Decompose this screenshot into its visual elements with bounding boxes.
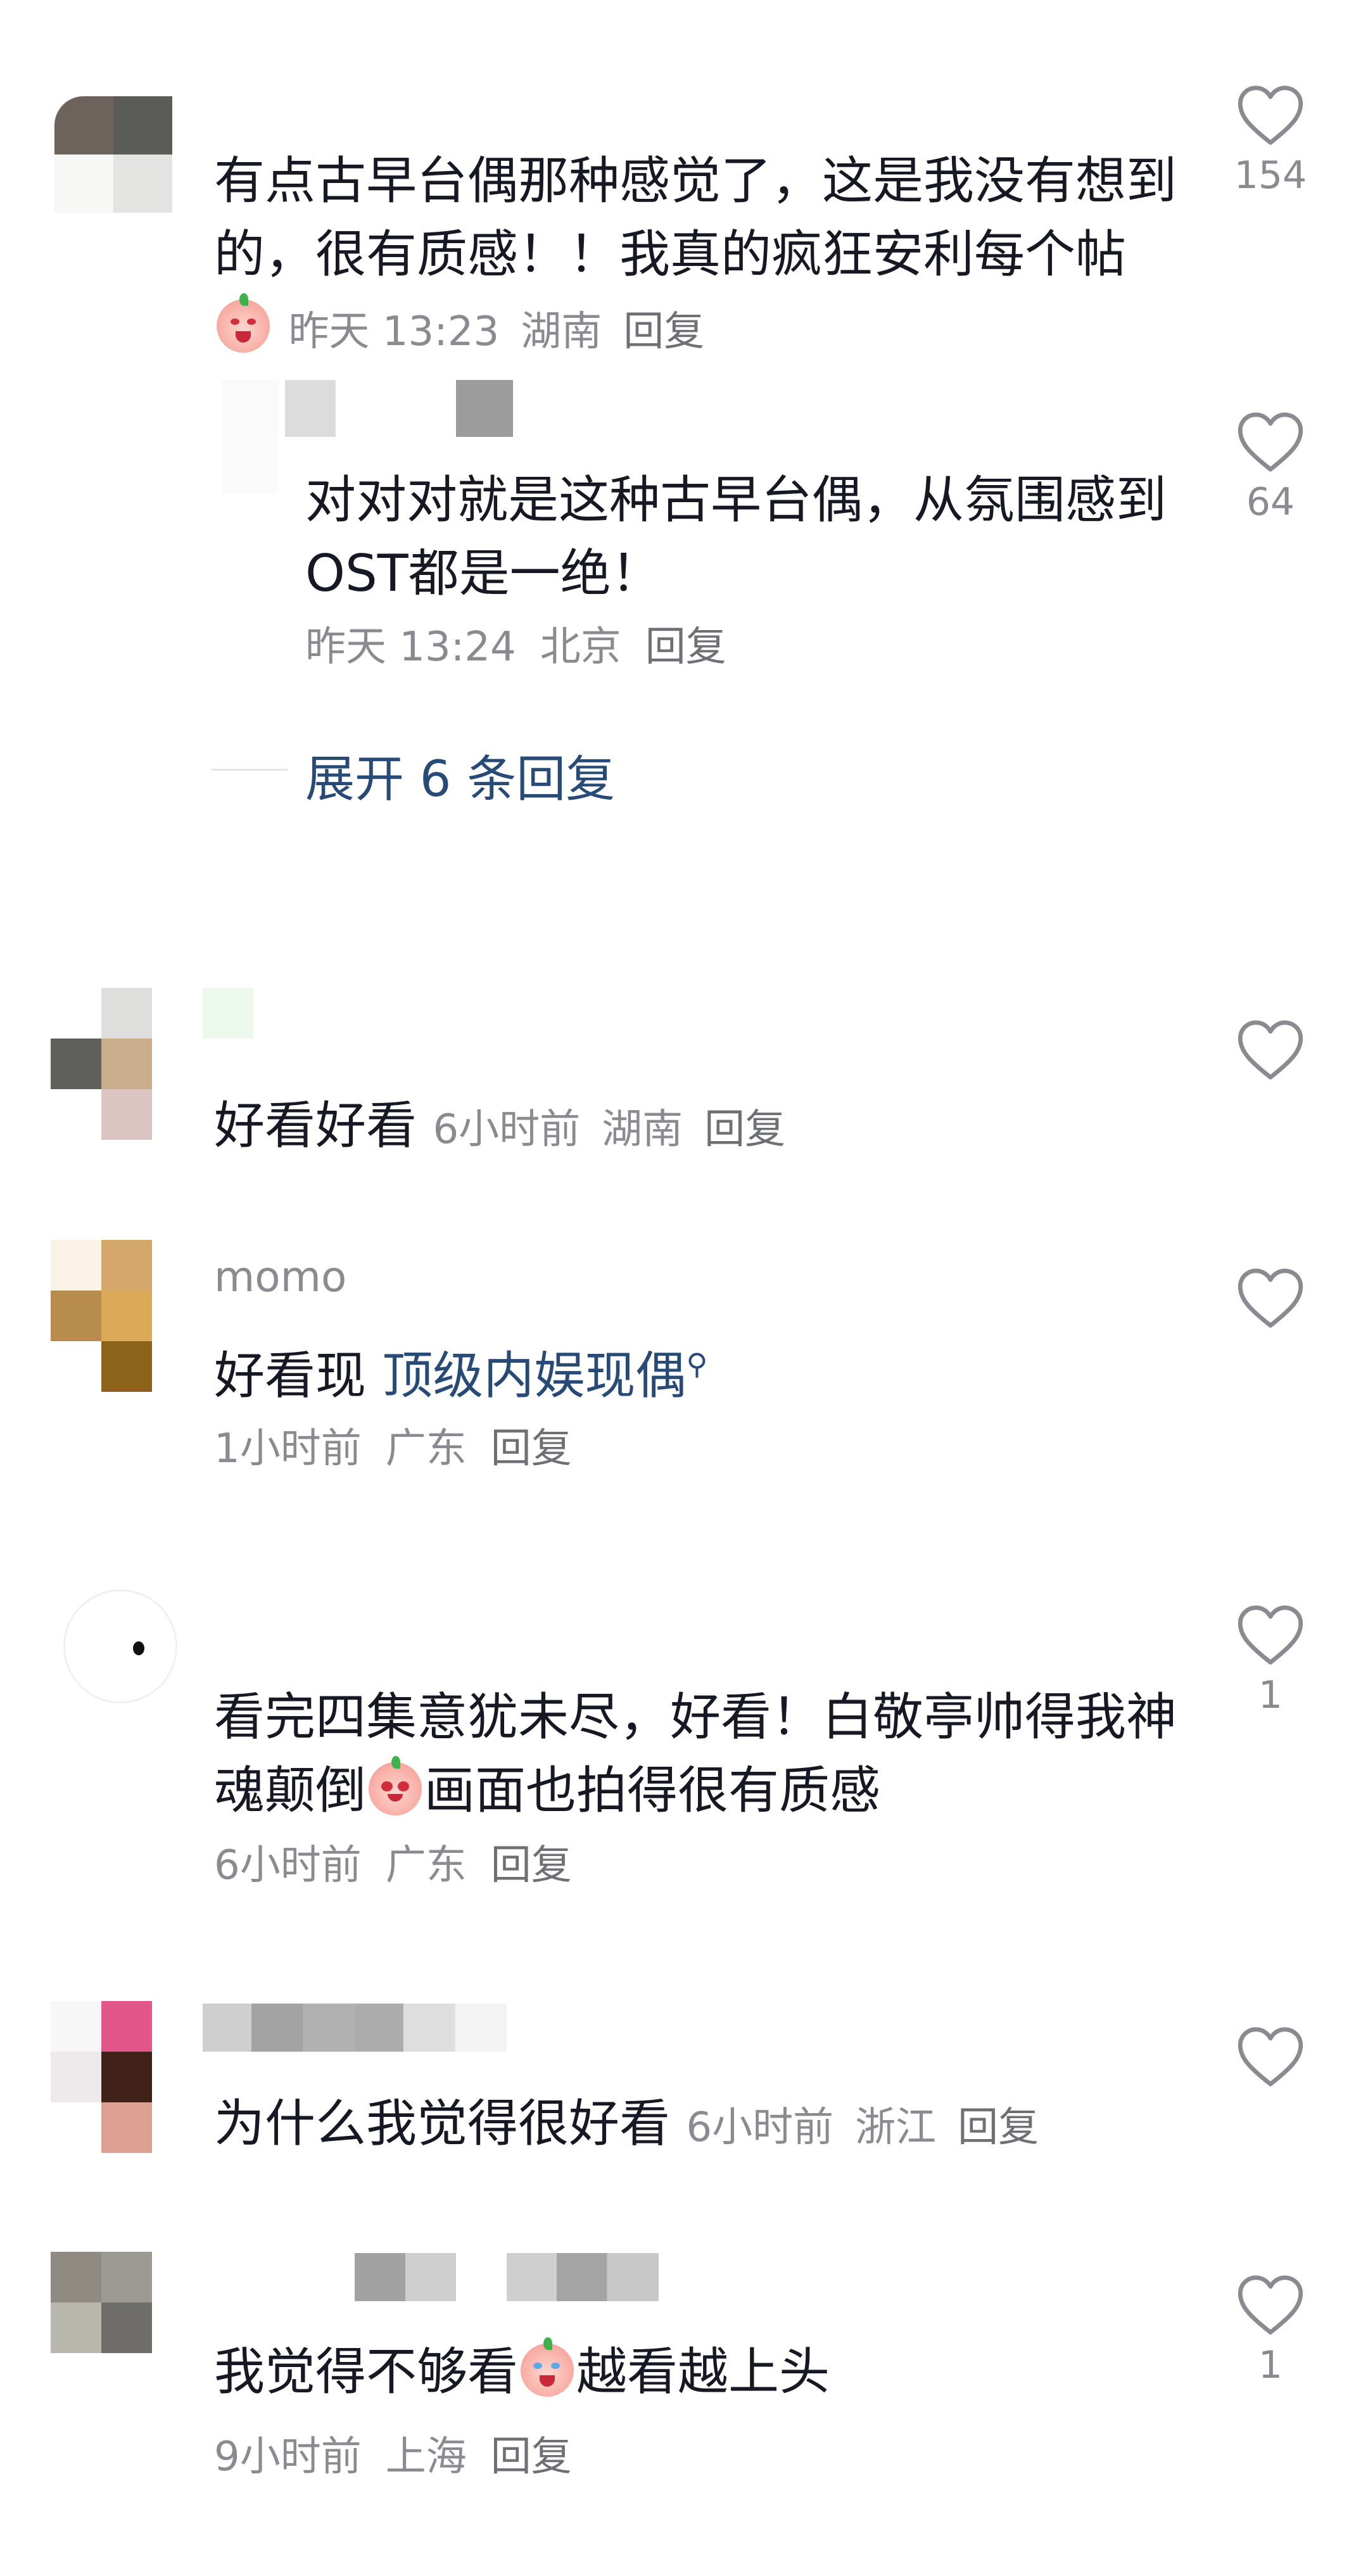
reply-button[interactable]: 回复	[704, 1106, 785, 1153]
comment-body: 为什么我觉得很好看	[214, 2094, 670, 2153]
comment-location: 湖南	[602, 1106, 683, 1153]
username-blurred	[203, 988, 253, 1039]
like-button[interactable]: 64	[1232, 410, 1308, 524]
comment-location: 浙江	[855, 2104, 937, 2151]
comment-location: 上海	[385, 2434, 467, 2480]
like-button[interactable]: 154	[1232, 84, 1308, 198]
comment-body-part2: 画面也拍得很有质感	[424, 1761, 880, 1820]
like-count: 1	[1258, 2343, 1283, 2387]
comment-text: 为什么我觉得很好看 6小时前 浙江 回复	[214, 2087, 1177, 2164]
reply-button[interactable]: 回复	[491, 2434, 572, 2480]
comment-meta: 6小时前 浙江 回复	[686, 2104, 1039, 2151]
like-button[interactable]: 1	[1232, 1603, 1308, 1717]
comment-time: 6小时前	[433, 1106, 581, 1153]
comment-text: 我觉得不够看 越看越上头	[214, 2335, 1177, 2409]
comment-body: 对对对就是这种古早台偶，从氛围感到OST都是一绝！	[305, 470, 1167, 603]
username[interactable]: momo	[214, 1253, 346, 1301]
comment-body-part2: 越看越上头	[576, 2342, 830, 2401]
comment-location: 北京	[540, 624, 621, 671]
comment-text: 好看好看 6小时前 湖南 回复	[214, 1089, 1177, 1166]
like-count: 154	[1234, 153, 1307, 198]
username-blurred	[355, 2253, 456, 2301]
comment-text: 好看现 顶级内娱现偶⚲	[214, 1327, 1177, 1413]
like-button[interactable]	[1232, 2025, 1308, 2088]
angry-peach-emoji	[217, 293, 270, 353]
comment-body-part1: 我觉得不够看	[214, 2342, 518, 2401]
comment-time: 昨天 13:23	[288, 308, 500, 355]
avatar[interactable]	[63, 1589, 177, 1703]
heart-eyes-peach-emoji	[369, 1756, 422, 1815]
comment-body: 好看好看	[214, 1096, 417, 1155]
reply-button[interactable]: 回复	[491, 1842, 572, 1889]
heart-icon	[1238, 2027, 1303, 2087]
comment-meta: 1小时前 广东 回复	[214, 1424, 572, 1474]
reply-button[interactable]: 回复	[645, 624, 726, 671]
heart-icon	[1238, 412, 1303, 472]
comment-location: 湖南	[521, 308, 602, 355]
comment-meta: 6小时前 广东 回复	[214, 1840, 572, 1891]
like-count: 1	[1258, 1673, 1283, 1717]
heart-icon	[1238, 1268, 1303, 1328]
avatar[interactable]	[51, 1240, 177, 1392]
comment-meta: 9小时前 上海 回复	[214, 2432, 572, 2482]
comment-body: 有点古早台偶那种感觉了，这是我没有想到的，很有质感！！我真的疯狂安利每个帖	[214, 151, 1177, 284]
search-topic-link[interactable]: 顶级内娱现偶	[382, 1346, 686, 1405]
username-blurred	[456, 380, 513, 437]
username-blurred	[203, 2004, 507, 2052]
reply-button[interactable]: 回复	[623, 308, 704, 355]
like-count: 64	[1246, 480, 1295, 524]
comment-location: 广东	[385, 1842, 467, 1889]
like-button[interactable]	[1232, 1018, 1308, 1082]
comment-time: 6小时前	[686, 2104, 834, 2151]
comment-location: 广东	[385, 1425, 467, 1472]
crying-peach-emoji	[521, 2337, 574, 2397]
like-button[interactable]	[1232, 1266, 1308, 1330]
heart-icon	[1238, 2275, 1303, 2335]
comment-meta: 昨天 13:23 湖南 回复	[288, 308, 704, 355]
avatar[interactable]	[54, 96, 172, 213]
search-icon: ⚲	[686, 1347, 708, 1381]
reply-button[interactable]: 回复	[491, 1425, 572, 1472]
heart-icon	[1238, 1020, 1303, 1080]
expand-divider	[212, 769, 288, 771]
comment-meta: 6小时前 湖南 回复	[433, 1106, 785, 1153]
comment-time: 昨天 13:24	[305, 624, 516, 671]
username-blurred	[507, 2253, 659, 2301]
comment-time: 1小时前	[214, 1425, 362, 1472]
like-button[interactable]: 1	[1232, 2273, 1308, 2387]
comment-time: 9小时前	[214, 2434, 362, 2480]
comment-body: 好看现	[214, 1346, 366, 1405]
comment-text: 看完四集意犹未尽，好看！白敬亭帅得我神魂颠倒 画面也拍得很有质感	[214, 1681, 1177, 1828]
comment-text: 有点古早台偶那种感觉了，这是我没有想到的，很有质感！！我真的疯狂安利每个帖 昨天…	[214, 144, 1177, 369]
reply-button[interactable]: 回复	[958, 2104, 1039, 2151]
avatar[interactable]	[51, 2001, 177, 2153]
heart-icon	[1238, 1605, 1303, 1665]
comment-meta: 昨天 13:24 北京 回复	[305, 622, 726, 672]
avatar[interactable]	[51, 2252, 177, 2353]
comment-time: 6小时前	[214, 1842, 362, 1889]
avatar[interactable]	[51, 988, 177, 1140]
heart-icon	[1238, 85, 1303, 145]
comment-text: 对对对就是这种古早台偶，从氛围感到OST都是一绝！	[305, 464, 1186, 610]
expand-replies-button[interactable]: 展开 6 条回复	[305, 740, 615, 811]
